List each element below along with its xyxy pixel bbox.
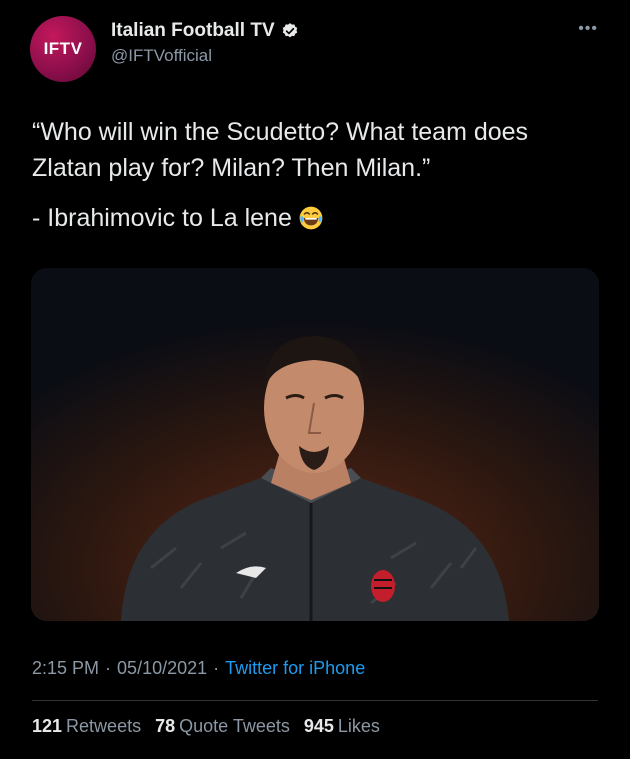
tweet-date: 05/10/2021	[117, 658, 208, 678]
verified-badge-icon	[282, 23, 297, 38]
avatar[interactable]: IFTV	[30, 16, 96, 82]
tweet-attribution: - Ibrahimovic to La lene	[32, 204, 292, 232]
retweets-count: 121	[32, 716, 63, 736]
tweet-photo[interactable]	[31, 268, 599, 621]
quote-tweets-label: Quote Tweets	[179, 716, 290, 736]
likes-count: 945	[303, 716, 334, 736]
tweet-time: 2:15 PM	[32, 658, 100, 678]
avatar-logo-text: IFTV	[43, 39, 83, 58]
tweet-text: “Who will win the Scudetto? What team do…	[32, 114, 602, 236]
likes-stat[interactable]: 945 Likes	[304, 716, 380, 737]
quote-tweets-count: 78	[155, 716, 176, 736]
meta-separator: ·	[213, 658, 220, 678]
player-photo-illustration	[31, 268, 599, 621]
engagement-stats: 121 Retweets 78 Quote Tweets 945 Likes	[32, 716, 380, 737]
display-name-row[interactable]: Italian Football TV	[111, 20, 299, 42]
retweets-label: Retweets	[66, 716, 142, 736]
display-name[interactable]: Italian Football TV	[111, 20, 275, 42]
tweet-quote: “Who will win the Scudetto? What team do…	[32, 118, 529, 182]
tweet-meta: 2:15 PM · 05/10/2021 · Twitter for iPhon…	[32, 658, 365, 679]
divider	[32, 700, 598, 701]
quote-tweets-stat[interactable]: 78 Quote Tweets	[155, 716, 290, 737]
user-handle[interactable]: @IFTVofficial	[111, 46, 212, 66]
retweets-stat[interactable]: 121 Retweets	[32, 716, 141, 737]
tweet-attribution-row: - Ibrahimovic to La lene	[32, 200, 602, 236]
meta-separator: ·	[105, 658, 112, 678]
laughing-tears-emoji-icon	[299, 206, 323, 230]
tweet-source-link[interactable]: Twitter for iPhone	[225, 658, 365, 679]
more-options-icon[interactable]: •••	[578, 20, 598, 38]
likes-label: Likes	[337, 716, 380, 736]
